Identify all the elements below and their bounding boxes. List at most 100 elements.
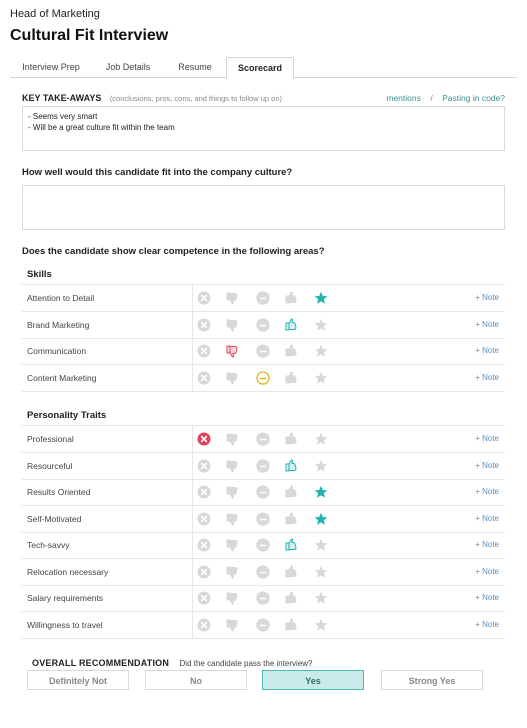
neutral-face-icon[interactable] (256, 370, 270, 385)
star-icon[interactable] (314, 512, 328, 526)
neutral-face-icon[interactable] (256, 538, 270, 552)
star-icon[interactable] (314, 565, 328, 579)
add-note-link[interactable]: + Note (475, 479, 499, 505)
x-circle-icon[interactable] (197, 432, 211, 446)
neutral-face-icon[interactable] (256, 485, 270, 499)
thumbs-up-icon[interactable] (284, 291, 298, 305)
x-circle-icon[interactable] (197, 512, 211, 526)
rating-row-label: Willingness to travel (27, 619, 103, 630)
thumbs-up-icon[interactable] (284, 370, 298, 385)
group-title-skills: Skills (27, 269, 52, 280)
thumbs-down-icon[interactable] (225, 291, 239, 305)
x-circle-icon[interactable] (197, 344, 211, 358)
add-note-link[interactable]: + Note (475, 312, 499, 338)
takeaways-textarea[interactable]: - Seems very smart - Will be a great cul… (22, 106, 505, 151)
thumbs-down-icon[interactable] (225, 485, 239, 499)
add-note-link[interactable]: + Note (475, 365, 499, 391)
thumbs-up-icon[interactable] (284, 344, 298, 358)
no-button[interactable]: No (145, 670, 247, 690)
divider (192, 364, 193, 391)
add-note-link[interactable]: + Note (475, 506, 499, 532)
thumbs-down-icon[interactable] (225, 618, 239, 632)
add-note-link[interactable]: + Note (475, 453, 499, 479)
x-circle-icon[interactable] (197, 538, 211, 552)
star-icon[interactable] (314, 591, 328, 605)
x-circle-icon[interactable] (197, 291, 211, 305)
x-circle-icon[interactable] (197, 371, 211, 385)
link-separator: / (430, 93, 433, 103)
neutral-face-icon[interactable] (256, 591, 270, 605)
thumbs-up-icon[interactable] (284, 617, 298, 632)
definitely-not-button[interactable]: Definitely Not (27, 670, 129, 690)
culture-fit-question: How well would this candidate fit into t… (22, 167, 293, 178)
yes-button[interactable]: Yes (262, 670, 364, 690)
rating-row: Self-Motivated + Note (22, 505, 505, 533)
thumbs-down-icon[interactable] (225, 371, 239, 385)
x-circle-icon[interactable] (197, 565, 211, 579)
add-note-link[interactable]: + Note (475, 338, 499, 364)
star-icon[interactable] (314, 538, 328, 552)
add-note-link[interactable]: + Note (475, 426, 499, 452)
x-circle-icon[interactable] (197, 618, 211, 632)
x-circle-icon[interactable] (197, 459, 211, 473)
strong-yes-button[interactable]: Strong Yes (381, 670, 483, 690)
thumbs-up-icon[interactable] (284, 591, 298, 605)
neutral-face-icon[interactable] (256, 564, 270, 579)
thumbs-up-icon[interactable] (284, 511, 298, 526)
neutral-face-icon[interactable] (256, 617, 270, 632)
competence-question: Does the candidate show clear competence… (22, 246, 325, 257)
star-icon[interactable] (314, 371, 328, 385)
thumbs-down-icon[interactable] (225, 459, 239, 473)
x-circle-icon[interactable] (197, 485, 211, 499)
thumbs-down-icon[interactable] (225, 318, 239, 332)
thumbs-down-icon[interactable] (225, 512, 239, 526)
star-icon[interactable] (314, 432, 328, 446)
thumbs-down-icon[interactable] (225, 591, 239, 605)
divider (192, 285, 193, 311)
neutral-face-icon[interactable] (256, 291, 270, 305)
add-note-link[interactable]: + Note (475, 532, 499, 558)
mentions-link[interactable]: mentions (386, 93, 421, 103)
thumbs-up-icon[interactable] (284, 432, 298, 446)
divider (192, 311, 193, 338)
thumbs-up-icon[interactable] (284, 538, 298, 552)
star-icon[interactable] (314, 459, 328, 473)
star-icon[interactable] (314, 291, 328, 305)
thumbs-up-icon[interactable] (284, 564, 298, 579)
add-note-link[interactable]: + Note (475, 285, 499, 311)
neutral-face-icon[interactable] (256, 458, 270, 473)
tab-scorecard[interactable]: Scorecard (226, 57, 294, 79)
neutral-face-icon[interactable] (256, 511, 270, 526)
add-note-link[interactable]: + Note (475, 559, 499, 585)
tab-job-details[interactable]: Job Details (92, 57, 164, 77)
neutral-face-icon[interactable] (256, 432, 270, 446)
thumbs-up-icon[interactable] (284, 458, 298, 473)
star-icon[interactable] (314, 618, 328, 632)
culture-fit-textarea[interactable] (22, 185, 505, 230)
rating-row-label: Results Oriented (27, 487, 91, 497)
thumbs-up-icon[interactable] (284, 317, 298, 332)
tab-interview-prep[interactable]: Interview Prep (10, 57, 92, 77)
star-icon[interactable] (314, 344, 328, 358)
rating-row-label: Self-Motivated (27, 513, 82, 524)
star-icon[interactable] (314, 485, 328, 499)
neutral-face-icon[interactable] (256, 317, 270, 332)
pasting-code-link[interactable]: Pasting in code? (442, 93, 505, 103)
x-circle-icon[interactable] (197, 318, 211, 332)
thumbs-down-icon[interactable] (225, 432, 239, 446)
x-circle-icon[interactable] (197, 591, 211, 605)
star-icon[interactable] (314, 318, 328, 332)
thumbs-down-icon[interactable] (225, 565, 239, 579)
divider (192, 479, 193, 505)
takeaways-line: - Seems very smart (28, 112, 98, 121)
add-note-link[interactable]: + Note (475, 612, 499, 638)
rating-row: Results Oriented + Note (22, 479, 505, 506)
thumbs-down-icon[interactable] (225, 538, 239, 552)
thumbs-up-icon[interactable] (284, 485, 298, 499)
neutral-face-icon[interactable] (256, 344, 270, 358)
tab-resume[interactable]: Resume (164, 57, 226, 77)
thumbs-down-icon[interactable] (225, 344, 239, 358)
divider (192, 611, 193, 638)
add-note-link[interactable]: + Note (475, 585, 499, 611)
takeaways-header: KEY TAKE-AWAYS (conclusions, pros, cons,… (22, 88, 282, 106)
